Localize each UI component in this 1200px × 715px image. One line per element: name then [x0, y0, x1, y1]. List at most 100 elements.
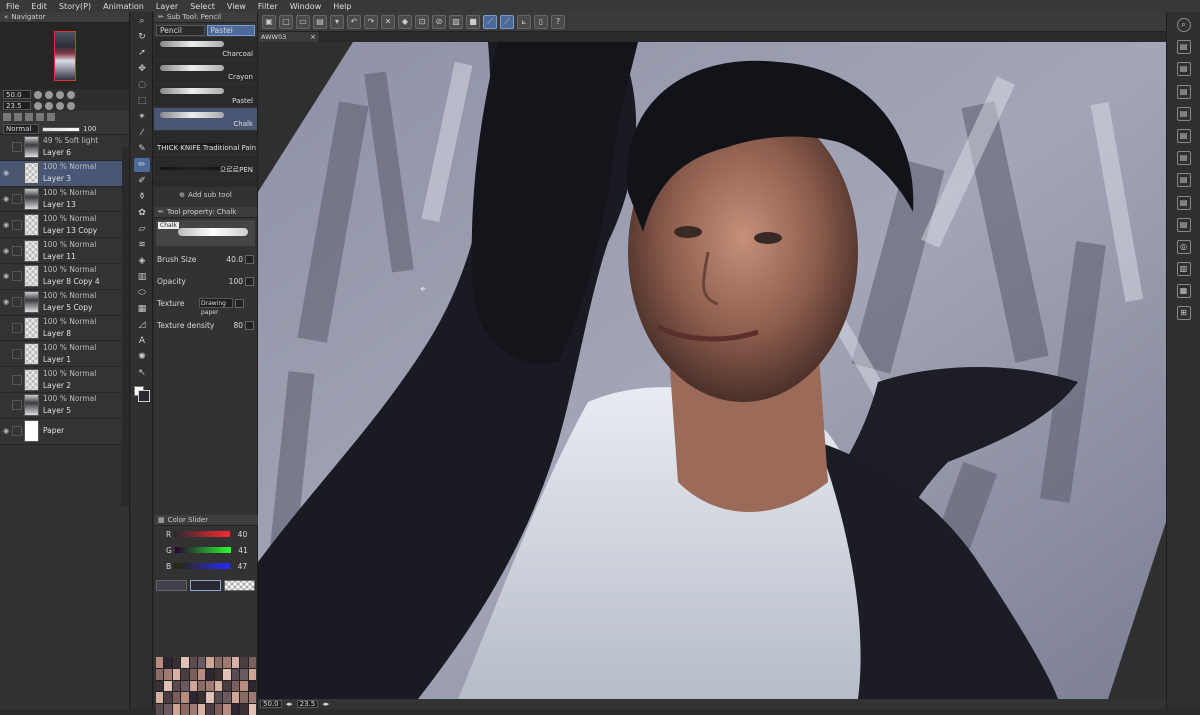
rotate-tool-icon[interactable]: ↻	[134, 30, 150, 44]
palette-swatch[interactable]	[164, 692, 172, 704]
layer-row[interactable]: ◉ 100 % Normal Layer 11	[0, 238, 122, 264]
pen-tool-icon[interactable]: ✎	[134, 142, 150, 156]
lasso-tool-icon[interactable]: ◌	[134, 78, 150, 92]
green-slider[interactable]	[174, 547, 231, 553]
add-sub-tool-button[interactable]: ⊕ Add sub tool	[154, 187, 257, 203]
menu-file[interactable]: File	[6, 2, 19, 11]
layer-row[interactable]: 100 % Normal Layer 2	[0, 367, 122, 393]
close-icon[interactable]: ×	[310, 32, 316, 42]
brush-item[interactable]: THICK KNIFE Traditional Pain	[154, 131, 257, 155]
material-frame-icon[interactable]: ▤	[1176, 195, 1191, 210]
menu-layer[interactable]: Layer	[156, 2, 178, 11]
palette-swatch[interactable]	[206, 680, 214, 692]
palette-swatch[interactable]	[223, 657, 231, 668]
actual-size-icon[interactable]	[67, 90, 75, 99]
palette-swatch[interactable]	[231, 704, 240, 715]
layer-lock-toggle[interactable]	[12, 374, 22, 385]
material-pattern-icon[interactable]: ▤	[1176, 106, 1191, 121]
palette-swatch[interactable]	[181, 692, 189, 704]
camera-icon[interactable]: ◎	[1176, 239, 1191, 254]
palette-swatch[interactable]	[181, 657, 189, 668]
move-tool-icon[interactable]: ✥	[134, 62, 150, 76]
palette-swatch[interactable]	[189, 668, 198, 680]
canvas-area[interactable]: ⌖	[258, 42, 1166, 699]
frame-tool-icon[interactable]: ▦	[134, 302, 150, 316]
palette-swatch[interactable]	[214, 657, 223, 668]
menu-help[interactable]: Help	[333, 2, 351, 11]
invert-selection-icon[interactable]: ▨	[449, 14, 463, 29]
zoom-in-icon[interactable]	[45, 90, 53, 99]
eye-icon[interactable]: ◉	[0, 272, 12, 280]
brush-item[interactable]: Crayon	[154, 61, 257, 84]
palette-swatch[interactable]	[198, 668, 206, 680]
collapse-icon[interactable]: «	[4, 13, 8, 21]
layer-lock-toggle[interactable]	[12, 297, 22, 308]
layer-row[interactable]: ◉ 100 % Normal Layer 13	[0, 186, 122, 213]
eye-icon[interactable]: ◉	[0, 247, 12, 255]
auto-action-icon[interactable]: ▦	[1176, 284, 1191, 299]
object-tool-icon[interactable]: ➚	[134, 46, 150, 60]
palette-swatch[interactable]	[181, 668, 189, 680]
palette-swatch[interactable]	[248, 680, 256, 692]
eye-icon[interactable]: ◉	[0, 298, 12, 306]
palette-swatch[interactable]	[231, 657, 240, 668]
balloon-tool-icon[interactable]: ✺	[134, 350, 150, 364]
menu-view[interactable]: View	[227, 2, 246, 11]
palette-swatch[interactable]	[198, 680, 206, 692]
layer-property-panel-icon[interactable]: ▤	[1176, 217, 1191, 232]
palette-swatch[interactable]	[223, 668, 231, 680]
palette-swatch[interactable]	[164, 680, 172, 692]
palette-swatch[interactable]	[189, 657, 198, 668]
layer-lock-toggle[interactable]	[12, 348, 22, 359]
layer-opacity-value[interactable]: 100	[83, 125, 96, 133]
fill-icon[interactable]: ◆	[398, 14, 412, 29]
layer-lock-toggle[interactable]	[12, 322, 22, 333]
navigator-thumbnail[interactable]	[54, 31, 76, 81]
correct-line-tool-icon[interactable]: ↖	[134, 366, 150, 380]
text-tool-icon[interactable]: A	[134, 334, 150, 348]
selection-border-icon[interactable]: ■	[466, 14, 480, 29]
rotate-stepper-icon[interactable]: ◂▸	[322, 700, 329, 708]
material-manga-icon[interactable]: ▤	[1176, 128, 1191, 143]
palette-swatch[interactable]	[172, 680, 181, 692]
palette-swatch[interactable]	[248, 657, 256, 668]
navigator-zoom-value[interactable]: 50.0	[3, 90, 31, 99]
palette-swatch[interactable]	[248, 692, 256, 704]
palette-swatch[interactable]	[206, 692, 214, 704]
gradient-tool-icon[interactable]: ▥	[134, 270, 150, 284]
blend-mode-select[interactable]: Normal	[3, 124, 39, 134]
layer-search-icon[interactable]	[25, 113, 33, 121]
eye-icon[interactable]: ◉	[0, 169, 12, 177]
palette-swatch[interactable]	[223, 704, 231, 715]
transparent-swatch[interactable]	[224, 580, 255, 591]
layer-panel-icon[interactable]	[3, 113, 11, 121]
opacity-value[interactable]: 100	[229, 277, 243, 286]
figure-tool-icon[interactable]: ⬭	[134, 286, 150, 300]
palette-swatch[interactable]	[156, 668, 164, 680]
palette-swatch[interactable]	[240, 657, 248, 668]
layer-row[interactable]: ◉ 100 % Normal Layer 8 Copy 4	[0, 263, 122, 290]
layer-row[interactable]: 100 % Normal Layer 1	[0, 341, 122, 368]
status-zoom[interactable]: 50.0	[260, 700, 282, 708]
rotate-right-icon[interactable]	[45, 101, 53, 110]
layer-row[interactable]: 100 % Normal Layer 5	[0, 392, 122, 419]
layer-lock-toggle[interactable]	[12, 219, 22, 230]
menu-select[interactable]: Select	[190, 2, 215, 11]
app-icon[interactable]: ▣	[262, 14, 276, 29]
eraser-tool-icon[interactable]: ▱	[134, 222, 150, 236]
palette-swatch[interactable]	[156, 680, 164, 692]
decoration-tool-icon[interactable]: ✿	[134, 206, 150, 220]
layer-lock-toggle[interactable]	[12, 168, 22, 179]
palette-swatch[interactable]	[248, 704, 256, 715]
marquee-tool-icon[interactable]: ⬚	[134, 94, 150, 108]
palette-swatch[interactable]	[214, 704, 223, 715]
palette-swatch[interactable]	[164, 704, 172, 715]
search-icon[interactable]: ⌕	[1176, 18, 1191, 32]
layer-lock-toggle[interactable]	[12, 400, 22, 411]
palette-swatch[interactable]	[198, 704, 206, 715]
clear-icon[interactable]: ✕	[381, 14, 395, 29]
palette-swatch[interactable]	[189, 704, 198, 715]
zoom-tool-icon[interactable]: ⌕	[134, 14, 150, 28]
palette-swatch[interactable]	[164, 657, 172, 668]
palette-swatch[interactable]	[240, 692, 248, 704]
